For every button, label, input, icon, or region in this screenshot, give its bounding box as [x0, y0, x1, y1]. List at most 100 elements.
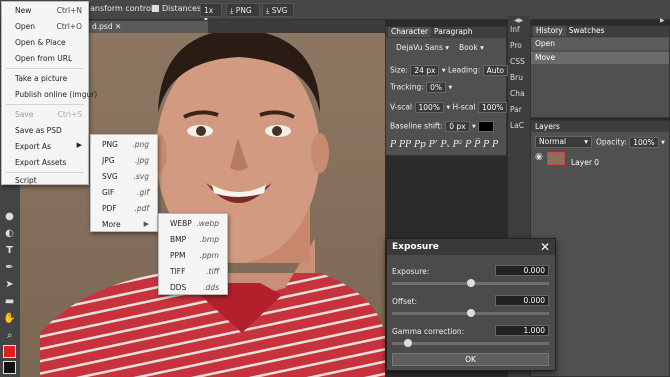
menu-item-publish[interactable]: Publish online (imgur)	[2, 86, 97, 102]
ok-button[interactable]: OK	[392, 353, 549, 366]
slider-thumb[interactable]	[403, 339, 412, 347]
glyph-button[interactable]: P²	[453, 140, 463, 150]
chevron-down-icon[interactable]: ▾	[442, 66, 446, 75]
export-pdf-item[interactable]: PDF .pdf	[91, 200, 157, 216]
type-tool-icon[interactable]: T	[3, 245, 16, 256]
rectangle-shape-icon[interactable]: ▬	[3, 296, 16, 307]
panel-button-properties[interactable]: Pro	[508, 38, 528, 54]
transform-controls-label[interactable]: ansform controls	[90, 4, 157, 13]
font-family-select[interactable]: DejaVu Sans ▾	[396, 43, 449, 52]
menu-item-open-place[interactable]: Open & Place	[2, 34, 88, 50]
history-item[interactable]: Move	[531, 52, 669, 64]
menu-item-export-as[interactable]: Export As ▶	[2, 138, 88, 154]
pen-icon[interactable]: ✒	[3, 262, 16, 273]
export-bmp-item[interactable]: BMP .bmp	[159, 231, 227, 247]
chevron-down-icon[interactable]: ▾	[448, 83, 452, 92]
panel-button-brush[interactable]: Bru	[508, 70, 528, 86]
chevron-down-icon[interactable]: ▾	[661, 138, 665, 147]
gamma-input[interactable]: 1.000	[495, 325, 549, 336]
baseline-row: Baseline shift: 0 px ▾	[390, 121, 495, 132]
export-webp-item[interactable]: WEBP .webp	[159, 215, 227, 231]
blend-mode-select[interactable]: Normal ▾	[535, 136, 592, 148]
tab-swatches[interactable]: Swatches	[566, 26, 608, 36]
exposure-slider[interactable]	[392, 279, 549, 287]
glyph-button[interactable]: Pp	[414, 140, 426, 150]
document-tab[interactable]: d.psd ✕	[88, 21, 208, 33]
extension-label: .png	[132, 140, 149, 149]
export-tiff-item[interactable]: TIFF .tiff	[159, 263, 227, 279]
font-style-select[interactable]: Book ▾	[459, 43, 484, 52]
tab-character[interactable]: Character	[388, 27, 432, 37]
eye-icon[interactable]: ◉	[535, 152, 543, 162]
collapse-arrows-icon[interactable]: ◀▶	[514, 17, 523, 24]
zoom-icon[interactable]: ⌕	[3, 330, 16, 341]
tab-paragraph[interactable]: Paragraph	[431, 27, 475, 37]
zoom-select[interactable]: 1x ▾	[200, 3, 222, 24]
layer-row[interactable]: ◉ Layer 0	[531, 151, 669, 167]
chevron-down-icon: ▾	[584, 137, 588, 146]
hscale-input[interactable]: 100%	[477, 102, 508, 113]
glyph-button[interactable]: P’	[429, 140, 438, 150]
foreground-color-swatch[interactable]	[3, 345, 16, 358]
layer-thumbnail	[547, 152, 565, 165]
glyph-button[interactable]: P	[390, 140, 396, 150]
glyph-button[interactable]: P̅	[474, 140, 480, 150]
chevron-down-icon[interactable]: ▾	[472, 122, 476, 131]
close-icon[interactable]: ✕	[115, 22, 121, 31]
panel-button-paragraph[interactable]: Par	[508, 102, 528, 118]
vscale-input[interactable]: 100%	[414, 102, 444, 113]
distances-checkbox[interactable]: Distances	[152, 4, 201, 13]
chevron-down-icon[interactable]: ▾	[446, 103, 450, 112]
baseline-input[interactable]: 0 px	[445, 121, 470, 132]
hand-icon[interactable]: ✋	[3, 313, 16, 324]
checkbox-icon[interactable]	[152, 5, 159, 12]
format-label: JPG	[102, 156, 115, 165]
menu-item-open-url[interactable]: Open from URL	[2, 50, 88, 66]
opacity-input[interactable]: 100%	[629, 137, 659, 148]
glyph-button[interactable]: P	[465, 140, 471, 150]
leading-input[interactable]: Auto	[482, 65, 508, 76]
export-png-item[interactable]: PNG .png	[91, 136, 157, 152]
slider-thumb[interactable]	[466, 279, 475, 287]
export-svg-item[interactable]: SVG .svg	[91, 168, 157, 184]
tab-history[interactable]: History	[533, 26, 566, 36]
menu-item-take-picture[interactable]: Take a picture	[2, 70, 88, 86]
offset-input[interactable]: 0.000	[495, 295, 549, 306]
export-ppm-item[interactable]: PPM .ppm	[159, 247, 227, 263]
exposure-input[interactable]: 0.000	[495, 265, 549, 276]
export-png-button[interactable]: ⤓ PNG	[226, 3, 260, 17]
gamma-slider[interactable]	[392, 339, 549, 347]
collapse-arrows-icon[interactable]: ▶	[660, 17, 665, 24]
text-color-swatch[interactable]	[478, 121, 495, 132]
glyph-button[interactable]: P	[483, 140, 489, 150]
menu-item-new[interactable]: New Ctrl+N	[2, 2, 88, 18]
menu-item-save[interactable]: Save Ctrl+S	[2, 106, 88, 122]
panel-button-info[interactable]: Inf	[508, 22, 528, 38]
export-dds-item[interactable]: DDS .dds	[159, 279, 227, 295]
background-color-swatch[interactable]	[3, 361, 16, 374]
drop-icon[interactable]: ●	[3, 211, 16, 222]
close-icon[interactable]: ✕	[540, 240, 550, 254]
panel-button-character[interactable]: Cha	[508, 86, 528, 102]
panel-button-css[interactable]: CSS	[508, 54, 528, 70]
glyph-button[interactable]: P	[492, 140, 498, 150]
slider-thumb[interactable]	[466, 309, 475, 317]
size-input[interactable]: 24 px	[410, 65, 440, 76]
tracking-input[interactable]: 0%	[426, 82, 447, 93]
history-item[interactable]: Open	[531, 38, 669, 50]
size-row: Size: 24 px ▾ Leading: Auto px	[390, 65, 520, 76]
menu-item-script[interactable]: Script	[2, 172, 88, 188]
export-svg-button[interactable]: ⤓ SVG	[262, 3, 294, 17]
export-jpg-item[interactable]: JPG .jpg	[91, 152, 157, 168]
glyph-button[interactable]: PP	[399, 140, 411, 150]
menu-item-save-psd[interactable]: Save as PSD	[2, 122, 88, 138]
path-select-icon[interactable]: ➤	[3, 279, 16, 290]
export-more-item[interactable]: More ▶	[91, 216, 157, 232]
panel-button-layer-comps[interactable]: LaC	[508, 118, 528, 134]
glyph-button[interactable]: Pₓ	[440, 140, 449, 150]
export-gif-item[interactable]: GIF .gif	[91, 184, 157, 200]
menu-item-export-assets[interactable]: Export Assets	[2, 154, 88, 170]
offset-slider[interactable]	[392, 309, 549, 317]
sponge-icon[interactable]: ◐	[3, 228, 16, 239]
menu-item-open[interactable]: Open Ctrl+O	[2, 18, 88, 34]
